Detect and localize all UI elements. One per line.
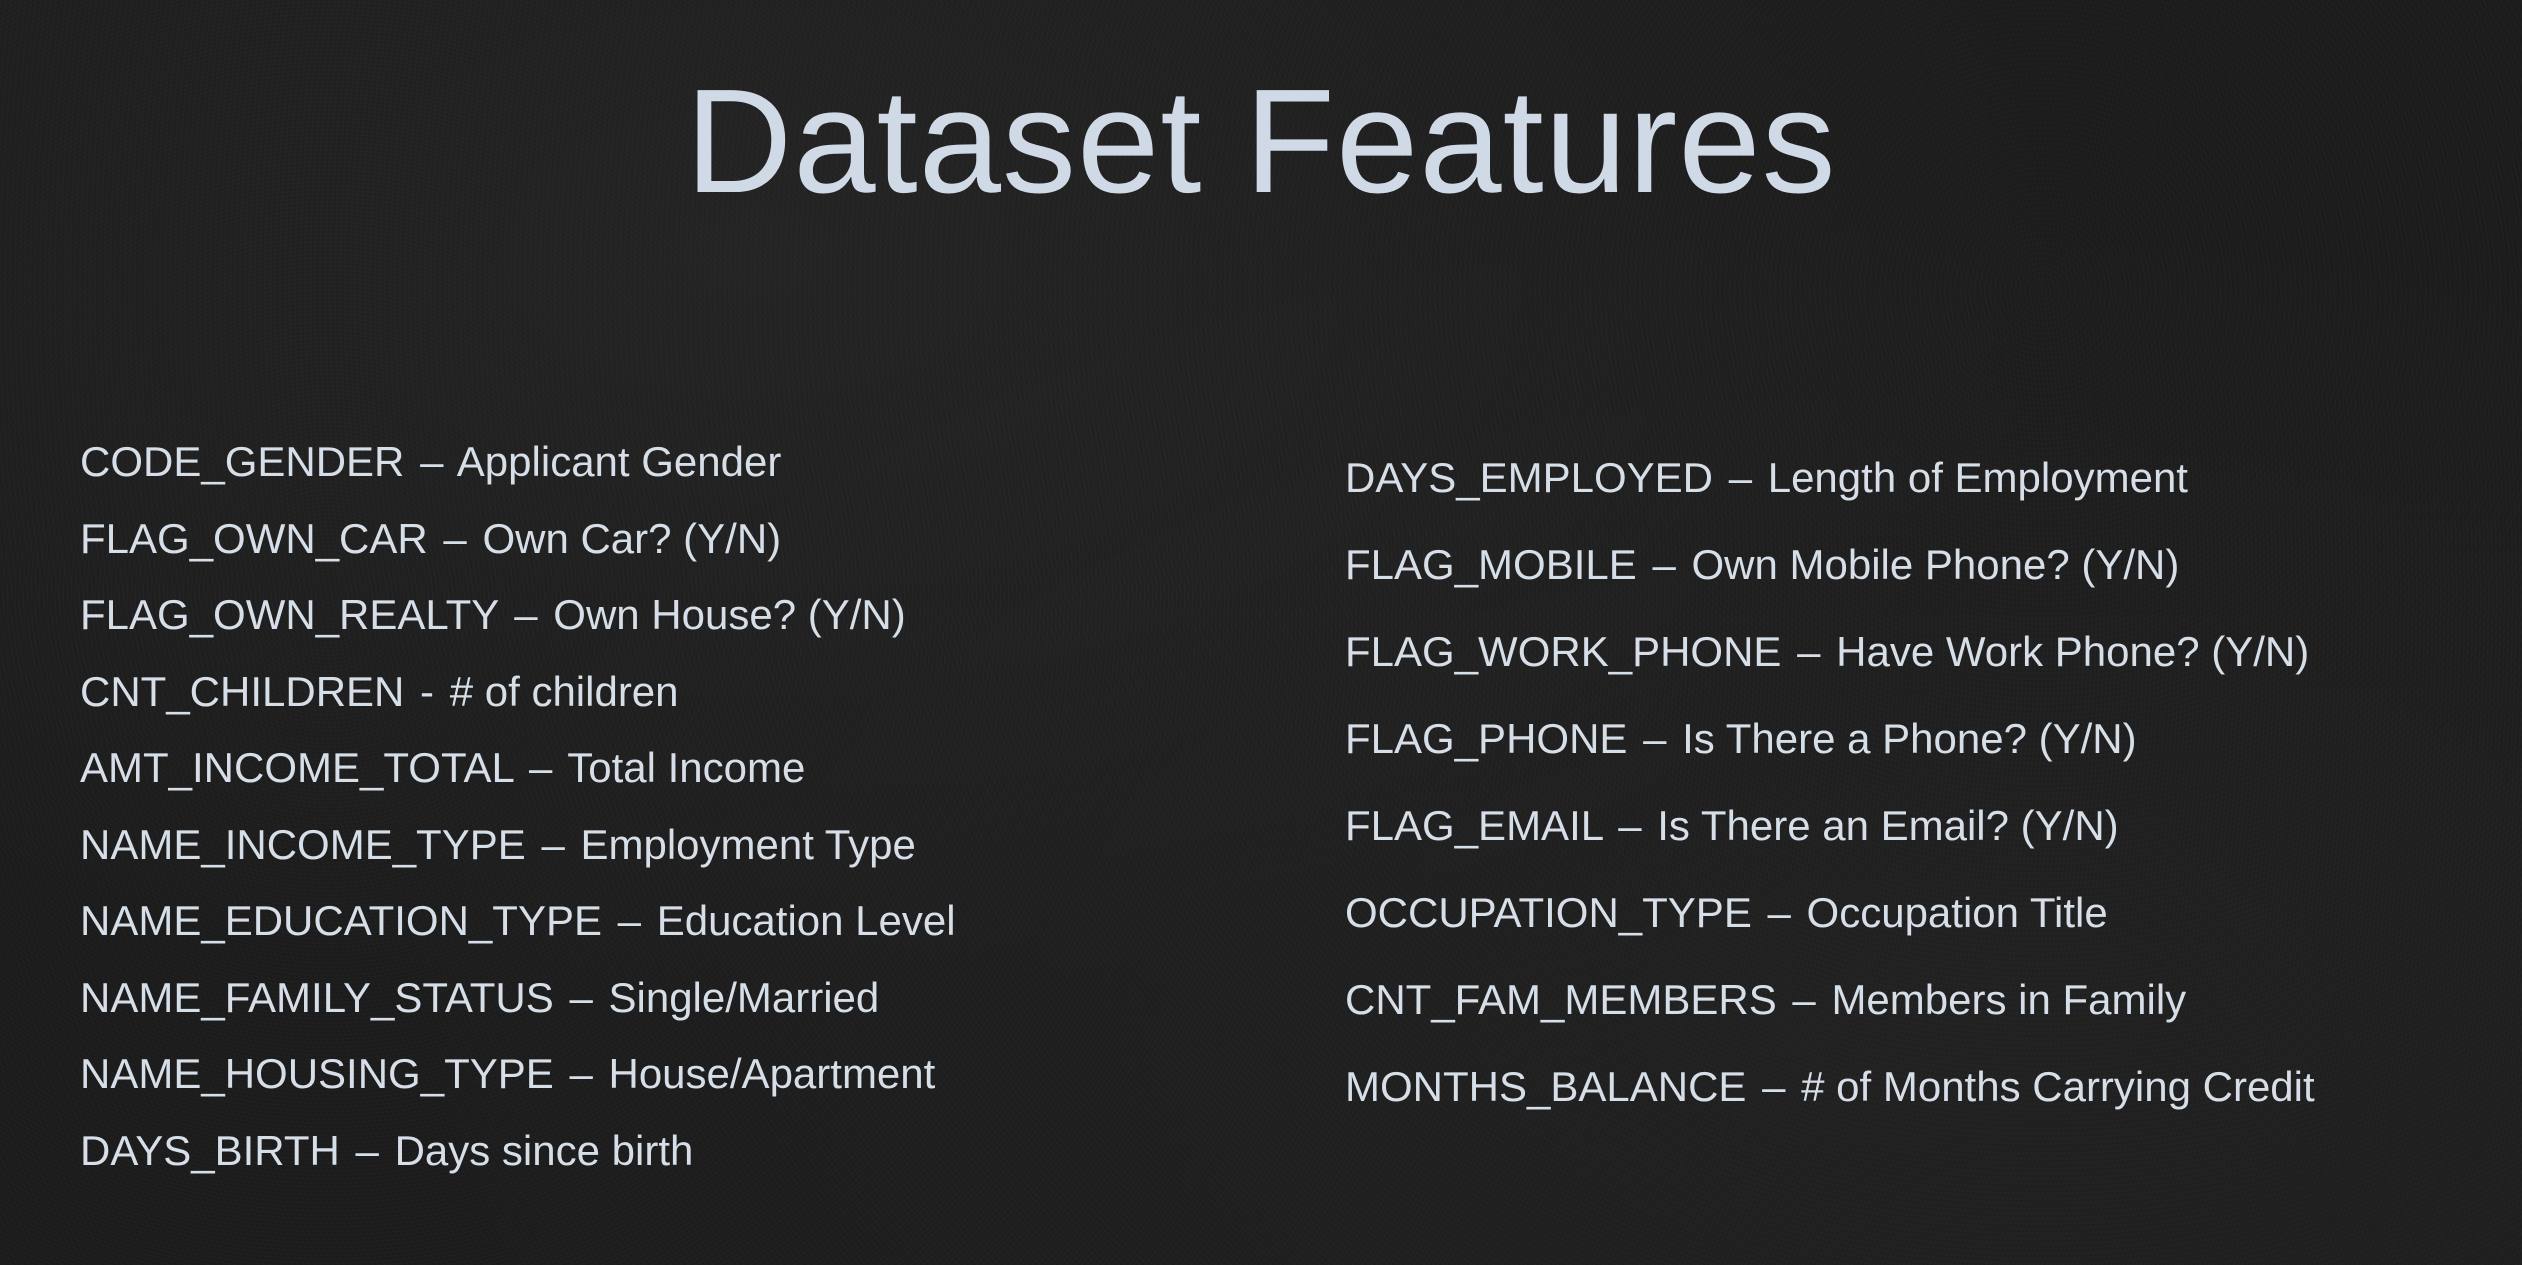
list-item: DAYS_EMPLOYED – Length of Employment <box>1345 448 2495 535</box>
separator: – <box>355 1126 379 1174</box>
list-item: CNT_CHILDREN - # of children <box>80 662 1280 739</box>
field-name: CNT_CHILDREN <box>80 667 405 715</box>
field-name: FLAG_MOBILE <box>1345 541 1637 588</box>
separator: – <box>617 897 642 944</box>
field-description: Length of Employment <box>1767 454 2188 501</box>
field-name: FLAG_EMAIL <box>1345 802 1603 849</box>
field-description: Have Work Phone? (Y/N) <box>1836 628 2310 675</box>
separator: – <box>528 744 553 791</box>
field-description: Occupation Title <box>1806 889 2108 936</box>
list-item: FLAG_EMAIL – Is There an Email? (Y/N) <box>1345 796 2495 883</box>
list-item: NAME_HOUSING_TYPE – House/Apartment <box>80 1044 1280 1121</box>
field-description: Single/Married <box>608 973 880 1021</box>
field-description: Education Level <box>656 897 956 944</box>
field-name: FLAG_OWN_REALTY <box>80 591 499 638</box>
separator: – <box>569 973 593 1021</box>
separator: – <box>1652 541 1676 588</box>
field-description: Own Car? (Y/N) <box>482 514 782 562</box>
field-name: CODE_GENDER <box>80 438 405 485</box>
field-name: NAME_INCOME_TYPE <box>80 820 526 868</box>
separator: – <box>1762 1063 1786 1110</box>
field-name: FLAG_PHONE <box>1345 715 1628 762</box>
separator: – <box>420 438 444 485</box>
field-name: OCCUPATION_TYPE <box>1345 889 1752 936</box>
list-item: OCCUPATION_TYPE – Occupation Title <box>1345 883 2495 970</box>
field-name: MONTHS_BALANCE <box>1345 1063 1747 1110</box>
separator: – <box>1767 889 1791 936</box>
field-name: FLAG_OWN_CAR <box>80 514 428 562</box>
separator: – <box>541 820 565 868</box>
field-name: DAYS_EMPLOYED <box>1345 454 1714 501</box>
slide: Dataset Features CODE_GENDER – Applicant… <box>0 0 2522 1265</box>
list-item: FLAG_WORK_PHONE – Have Work Phone? (Y/N) <box>1345 622 2495 709</box>
separator: – <box>1797 628 1821 675</box>
field-description: Members in Family <box>1831 976 2187 1023</box>
field-description: Days since birth <box>394 1126 694 1174</box>
list-item: MONTHS_BALANCE – # of Months Carrying Cr… <box>1345 1057 2495 1144</box>
list-item: FLAG_PHONE – Is There a Phone? (Y/N) <box>1345 709 2495 796</box>
list-item: AMT_INCOME_TOTAL – Total Income <box>80 738 1280 815</box>
list-item: CNT_FAM_MEMBERS – Members in Family <box>1345 970 2495 1057</box>
field-description: Is There a Phone? (Y/N) <box>1682 715 2137 762</box>
separator: – <box>1792 976 1816 1023</box>
field-name: DAYS_BIRTH <box>80 1126 340 1174</box>
list-item: FLAG_OWN_CAR – Own Car? (Y/N) <box>80 509 1280 586</box>
field-description: Total Income <box>567 744 806 791</box>
list-item: NAME_INCOME_TYPE – Employment Type <box>80 815 1280 892</box>
field-name: CNT_FAM_MEMBERS <box>1345 976 1777 1023</box>
separator: – <box>1728 454 1753 501</box>
field-name: NAME_FAMILY_STATUS <box>80 973 554 1021</box>
list-item: FLAG_MOBILE – Own Mobile Phone? (Y/N) <box>1345 535 2495 622</box>
list-item: DAYS_BIRTH – Days since birth <box>80 1121 1280 1198</box>
separator: – <box>1643 715 1667 762</box>
separator: – <box>569 1050 593 1097</box>
field-description: # of children <box>449 667 679 715</box>
list-item: NAME_EDUCATION_TYPE – Education Level <box>80 891 1280 968</box>
list-item: CODE_GENDER – Applicant Gender <box>80 432 1280 509</box>
field-description: House/Apartment <box>608 1050 936 1097</box>
field-description: Own Mobile Phone? (Y/N) <box>1691 541 2180 588</box>
separator: – <box>443 514 467 562</box>
feature-list-left: CODE_GENDER – Applicant Gender FLAG_OWN_… <box>80 432 1280 1197</box>
list-item: FLAG_OWN_REALTY – Own House? (Y/N) <box>80 585 1280 662</box>
separator: - <box>420 667 435 715</box>
field-description: Applicant Gender <box>456 438 782 485</box>
feature-list-right: DAYS_EMPLOYED – Length of Employment FLA… <box>1345 448 2495 1144</box>
field-description: # of Months Carrying Credit <box>1801 1063 2315 1110</box>
field-description: Own House? (Y/N) <box>553 591 906 638</box>
separator: – <box>514 591 538 638</box>
field-description: Employment Type <box>580 820 916 868</box>
field-description: Is There an Email? (Y/N) <box>1657 802 2119 849</box>
field-name: FLAG_WORK_PHONE <box>1345 628 1782 675</box>
field-name: NAME_EDUCATION_TYPE <box>80 897 602 944</box>
slide-title: Dataset Features <box>685 59 1837 224</box>
separator: – <box>1618 802 1642 849</box>
field-name: NAME_HOUSING_TYPE <box>80 1050 554 1097</box>
list-item: NAME_FAMILY_STATUS – Single/Married <box>80 968 1280 1045</box>
field-name: AMT_INCOME_TOTAL <box>80 744 514 791</box>
